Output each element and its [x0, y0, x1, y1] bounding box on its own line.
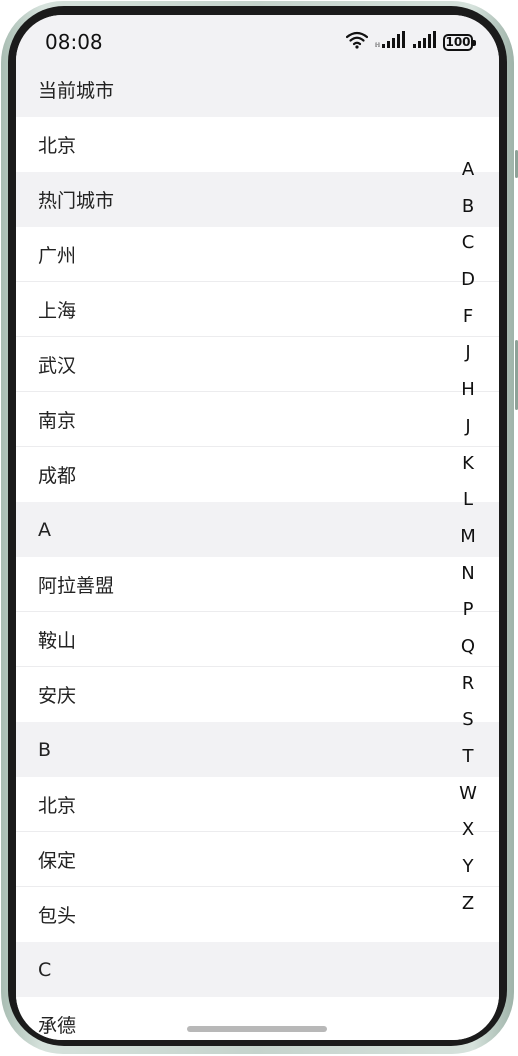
- index-letter[interactable]: T: [450, 739, 486, 776]
- index-letter[interactable]: R: [450, 666, 486, 703]
- index-letter[interactable]: N: [450, 556, 486, 593]
- city-list[interactable]: 当前城市 北京 热门城市 广州 上海 武汉 南京 成都 A 阿拉善盟 鞍山 安庆 B 北京 保定 包头 C 承德: [16, 62, 499, 1040]
- index-letter[interactable]: Z: [450, 886, 486, 923]
- section-header: A: [16, 502, 499, 557]
- index-letter[interactable]: X: [450, 812, 486, 849]
- screen: 08:08 ℍ 100 当前城市 北京 热门城市 广州 上海 武汉 南京 成都 …: [16, 15, 499, 1040]
- city-list-item[interactable]: 广州: [16, 227, 499, 282]
- index-letter[interactable]: K: [450, 446, 486, 483]
- index-letter[interactable]: S: [450, 702, 486, 739]
- index-letter[interactable]: D: [450, 262, 486, 299]
- signal-icon: ℍ: [375, 31, 405, 53]
- index-letter[interactable]: B: [450, 189, 486, 226]
- index-letter[interactable]: A: [450, 152, 486, 189]
- section-header: B: [16, 722, 499, 777]
- index-letter[interactable]: M: [450, 519, 486, 556]
- index-letter[interactable]: J: [450, 335, 486, 372]
- city-list-item[interactable]: 阿拉善盟: [16, 557, 499, 612]
- city-list-item[interactable]: 保定: [16, 832, 499, 887]
- status-icons: ℍ 100: [345, 31, 476, 53]
- city-list-item[interactable]: 北京: [16, 117, 499, 172]
- section-header: 热门城市: [16, 172, 499, 227]
- city-list-item[interactable]: 武汉: [16, 337, 499, 392]
- city-list-item[interactable]: 成都: [16, 447, 499, 502]
- svg-text:ℍ: ℍ: [375, 42, 380, 49]
- index-letter[interactable]: J: [450, 409, 486, 446]
- index-letter[interactable]: H: [450, 372, 486, 409]
- home-indicator[interactable]: [187, 1026, 327, 1032]
- city-list-item[interactable]: 鞍山: [16, 612, 499, 667]
- index-letter[interactable]: C: [450, 225, 486, 262]
- index-letter[interactable]: Y: [450, 849, 486, 886]
- index-letter[interactable]: Q: [450, 629, 486, 666]
- index-letter[interactable]: L: [450, 482, 486, 519]
- city-list-item[interactable]: 安庆: [16, 667, 499, 722]
- section-header: C: [16, 942, 499, 997]
- city-list-item[interactable]: 承德: [16, 997, 499, 1040]
- wifi-icon: [345, 31, 369, 53]
- index-letter[interactable]: F: [450, 299, 486, 336]
- city-list-item[interactable]: 上海: [16, 282, 499, 337]
- status-time: 08:08: [45, 30, 103, 54]
- index-letter[interactable]: P: [450, 592, 486, 629]
- signal-icon: [412, 31, 436, 53]
- alphabet-index-bar[interactable]: ABCDFJHJKLMNPQRSTWXYZ: [450, 152, 486, 922]
- phone-device: 08:08 ℍ 100 当前城市 北京 热门城市 广州 上海 武汉 南京 成都 …: [0, 0, 518, 1056]
- city-list-item[interactable]: 包头: [16, 887, 499, 942]
- city-list-item[interactable]: 南京: [16, 392, 499, 447]
- status-bar: 08:08 ℍ 100: [16, 15, 499, 62]
- battery-icon: 100: [443, 33, 476, 51]
- section-header: 当前城市: [16, 62, 499, 117]
- city-list-item[interactable]: 北京: [16, 777, 499, 832]
- index-letter[interactable]: W: [450, 776, 486, 813]
